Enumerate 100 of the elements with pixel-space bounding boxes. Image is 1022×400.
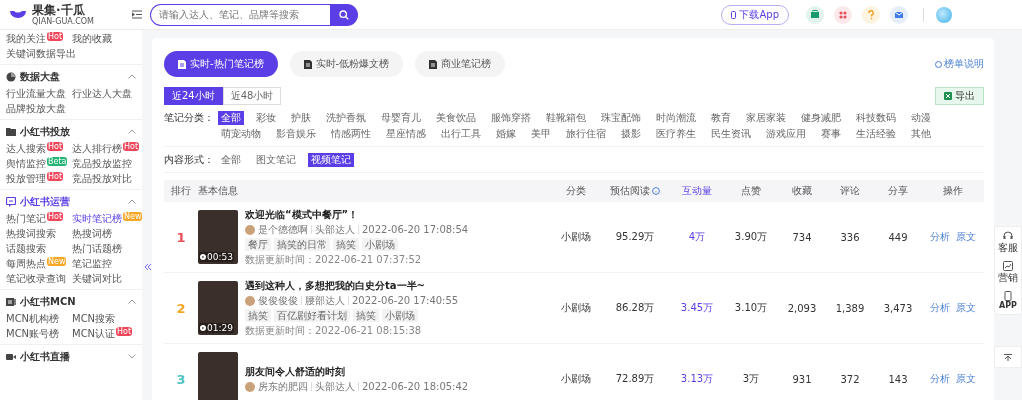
section-title[interactable]: 数据大盘: [20, 70, 124, 83]
side-panel-item[interactable]: 营销: [998, 261, 1018, 285]
column-header[interactable]: 预估阅读: [610, 184, 650, 198]
filter-option[interactable]: 旅行住宿: [563, 127, 609, 141]
column-header[interactable]: 互动量: [682, 184, 712, 198]
author-name[interactable]: 是个德德啊: [258, 223, 308, 236]
action-link[interactable]: 分析: [930, 301, 950, 315]
filter-option[interactable]: 游戏应用: [763, 127, 809, 141]
side-panel-item[interactable]: APP: [999, 291, 1017, 310]
side-panel-item[interactable]: 客服: [998, 231, 1018, 255]
filter-option[interactable]: 鞋靴箱包: [543, 111, 589, 125]
author-name[interactable]: 房东的肥四: [258, 380, 308, 393]
filter-option[interactable]: 时尚潮流: [653, 111, 699, 125]
note-title[interactable]: 朋友间令人舒适的时刻: [245, 365, 469, 378]
video-thumbnail[interactable]: 01:29: [198, 281, 238, 335]
filter-option[interactable]: 出行工具: [438, 127, 484, 141]
filter-option[interactable]: 其他: [908, 127, 934, 141]
column-header[interactable]: 分类: [566, 184, 586, 198]
filter-option[interactable]: 彩妆: [253, 111, 279, 125]
section-title[interactable]: 小红书MCN: [20, 295, 124, 308]
sidebar-item[interactable]: MCN机构榜: [6, 312, 72, 325]
help-icon[interactable]: [862, 5, 880, 24]
filter-option[interactable]: 情感两性: [328, 127, 374, 141]
sidebar-item[interactable]: 行业达人大盘: [72, 87, 138, 100]
time-range-toggle[interactable]: 近48小时: [222, 87, 282, 105]
grid-icon[interactable]: [834, 5, 852, 24]
author-name[interactable]: 俊俊俊俊: [258, 294, 298, 307]
sidebar-item[interactable]: MCN搜索: [72, 312, 138, 325]
note-title[interactable]: 遇到这种人，多想把我的白史分ta一半~: [245, 279, 459, 292]
filter-option[interactable]: 教育: [708, 111, 734, 125]
time-range-toggle[interactable]: 近24小时: [164, 87, 223, 105]
filter-option[interactable]: 摄影: [618, 127, 644, 141]
filter-option[interactable]: 萌宠动物: [218, 127, 264, 141]
tab[interactable]: 实时-热门笔记榜: [164, 51, 278, 77]
download-app-button[interactable]: 下载App: [721, 4, 789, 25]
column-header[interactable]: 点赞: [741, 184, 761, 198]
filter-option[interactable]: 美食饮品: [433, 111, 479, 125]
briefcase-icon[interactable]: [806, 5, 824, 24]
filter-option[interactable]: 全部: [218, 111, 244, 125]
search-button[interactable]: [330, 3, 358, 26]
sidebar-item[interactable]: 关键词对比: [72, 272, 138, 285]
filter-option[interactable]: 动漫: [908, 111, 934, 125]
chevron-icon[interactable]: [128, 74, 136, 79]
filter-option[interactable]: 全部: [218, 153, 244, 167]
filter-option[interactable]: 洗护香氛: [323, 111, 369, 125]
sidebar-item[interactable]: 话题搜索: [6, 242, 72, 255]
sidebar-item[interactable]: 笔记收录查询: [6, 272, 72, 285]
export-button[interactable]: 导出: [935, 87, 984, 105]
video-thumbnail[interactable]: 00:53: [198, 210, 238, 264]
section-title[interactable]: 小红书投放: [20, 125, 124, 138]
video-thumbnail[interactable]: [198, 352, 238, 400]
action-link[interactable]: 分析: [930, 230, 950, 244]
chevron-icon[interactable]: [128, 299, 136, 304]
filter-option[interactable]: 科技数码: [853, 111, 899, 125]
chevron-icon[interactable]: [128, 199, 136, 204]
filter-option[interactable]: 生活经验: [853, 127, 899, 141]
column-header[interactable]: 排行: [171, 184, 191, 198]
sidebar-item[interactable]: 竞品投放监控: [72, 157, 138, 170]
filter-option[interactable]: 母婴育儿: [378, 111, 424, 125]
user-avatar[interactable]: [936, 6, 952, 23]
filter-option[interactable]: 视频笔记: [308, 153, 354, 167]
search-field[interactable]: 请输入达人、笔记、品牌等搜索: [150, 3, 330, 26]
filter-option[interactable]: 民生资讯: [708, 127, 754, 141]
tab[interactable]: 实时-低粉爆文榜: [289, 51, 404, 77]
sidebar-item[interactable]: 行业流量大盘: [6, 87, 72, 100]
collapse-icon[interactable]: [144, 263, 152, 271]
chevron-icon[interactable]: [128, 354, 136, 359]
note-title[interactable]: 欢迎光临“模式中餐厅”！: [245, 208, 469, 221]
filter-option[interactable]: 服饰穿搭: [488, 111, 534, 125]
action-link[interactable]: 原文: [956, 230, 976, 244]
filter-option[interactable]: 护肤: [288, 111, 314, 125]
filter-option[interactable]: 家居家装: [743, 111, 789, 125]
section-title[interactable]: 小红书直播: [20, 350, 124, 363]
sidebar-item[interactable]: 热搜词搜索: [6, 227, 72, 240]
menu-icon[interactable]: [132, 10, 142, 19]
sidebar-item[interactable]: 品牌投放大盘: [6, 102, 72, 115]
sidebar-item[interactable]: 热门话题榜: [72, 242, 138, 255]
sidebar-item[interactable]: 我的收藏: [72, 32, 138, 45]
column-header[interactable]: 分享: [888, 184, 908, 198]
filter-option[interactable]: 珠宝配饰: [598, 111, 644, 125]
sidebar-item[interactable]: MCN账号榜: [6, 327, 72, 340]
chevron-icon[interactable]: [128, 129, 136, 134]
column-header[interactable]: 操作: [943, 184, 963, 198]
filter-option[interactable]: 赛事: [818, 127, 844, 141]
section-title[interactable]: 小红书运营: [20, 195, 124, 208]
filter-option[interactable]: 美甲: [528, 127, 554, 141]
help-link[interactable]: 榜单说明: [935, 57, 984, 71]
sidebar-item[interactable]: 笔记监控: [72, 257, 138, 270]
filter-option[interactable]: 图文笔记: [253, 153, 299, 167]
sidebar-item[interactable]: 竞品投放对比: [72, 172, 138, 185]
action-link[interactable]: 分析: [930, 372, 950, 386]
filter-option[interactable]: 星座情感: [383, 127, 429, 141]
sidebar-item[interactable]: 热搜词榜: [72, 227, 138, 240]
column-header[interactable]: 收藏: [792, 184, 812, 198]
column-header[interactable]: 基本信息: [198, 184, 238, 198]
mail-icon[interactable]: [890, 5, 908, 24]
filter-option[interactable]: 影音娱乐: [273, 127, 319, 141]
filter-option[interactable]: 婚嫁: [493, 127, 519, 141]
column-header[interactable]: 评论: [840, 184, 860, 198]
tab[interactable]: 商业笔记榜: [415, 51, 506, 77]
